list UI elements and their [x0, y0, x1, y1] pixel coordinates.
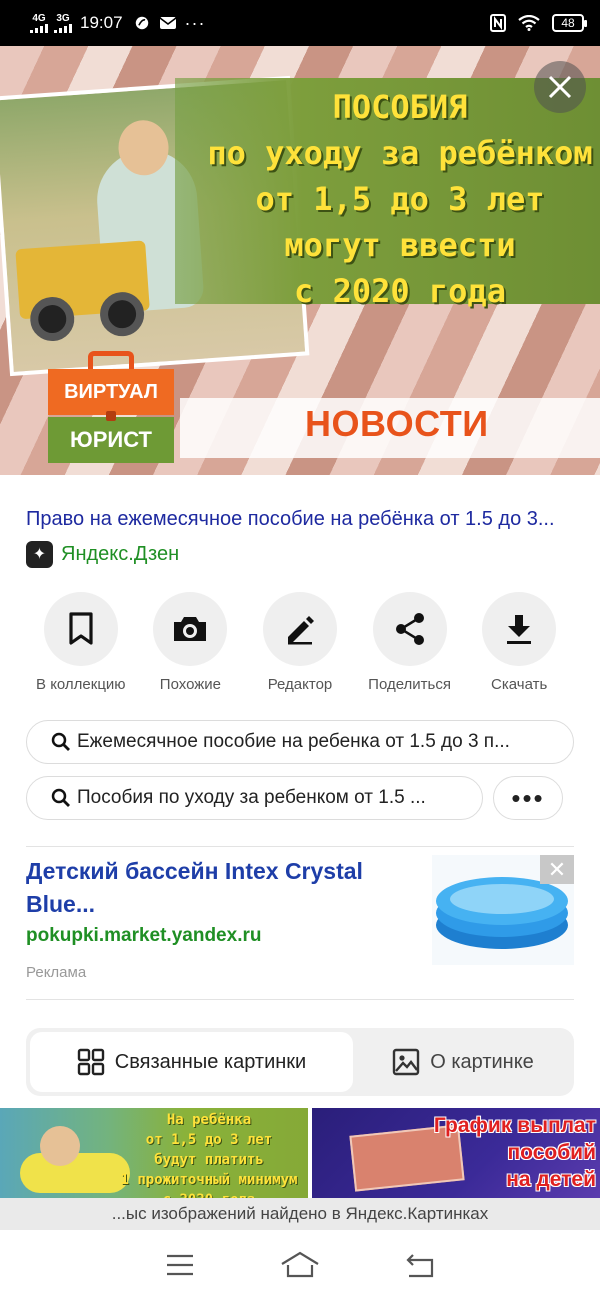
status-bar: 4G 3G 19:07 ··· 48	[0, 0, 600, 46]
editor-button[interactable]: Редактор	[245, 592, 355, 693]
grid-icon	[77, 1048, 104, 1076]
close-icon	[548, 75, 572, 99]
action-bar: В коллекцию Похожие Редактор Поделиться …	[26, 592, 574, 693]
ad-title-link[interactable]: Детский бассейн Intex Crystal Blue...	[26, 855, 406, 921]
home-button[interactable]	[280, 1247, 320, 1283]
tab-about-image[interactable]: О картинке	[356, 1032, 570, 1092]
signal-3g-icon: 3G	[54, 12, 72, 33]
virtual-lawyer-logo: ВИРТУАЛ ЮРИСТ	[48, 351, 174, 463]
source-title-link[interactable]: Право на ежемесячное пособие на ребёнка …	[26, 508, 586, 531]
back-icon	[406, 1253, 434, 1277]
recents-button[interactable]	[160, 1247, 200, 1283]
nfc-icon	[490, 14, 506, 32]
search-icon	[51, 732, 70, 751]
image-icon	[393, 1048, 420, 1076]
ad-url[interactable]: pokupki.market.yandex.ru	[26, 925, 261, 947]
close-button[interactable]	[534, 61, 586, 113]
clock: 19:07	[80, 13, 123, 32]
mail-icon	[159, 17, 177, 29]
share-icon	[395, 613, 424, 645]
camera-icon	[174, 617, 207, 641]
main-image[interactable]: ПОСОБИЯ по уходу за ребёнком от 1,5 до 3…	[0, 46, 600, 475]
search-icon	[51, 788, 70, 807]
more-searches-button[interactable]: •••	[493, 776, 563, 820]
image-tabs: Связанные картинки О картинке	[26, 1028, 574, 1096]
more-notifications-icon: ···	[184, 12, 206, 33]
network-type-1: 4G	[32, 12, 46, 24]
related-image-2[interactable]: График выплат пособий на детей	[312, 1108, 600, 1198]
share-button[interactable]: Поделиться	[355, 592, 465, 693]
ad-label: Реклама	[26, 964, 87, 981]
bookmark-icon	[69, 612, 93, 645]
system-nav-bar	[0, 1230, 600, 1299]
related-image-1[interactable]: На ребёнка от 1,5 до 3 лет будут платить…	[0, 1108, 308, 1198]
related-search-chip-1[interactable]: Ежемесячное пособие на ребенка от 1.5 до…	[26, 720, 574, 764]
zen-icon: ✦	[26, 540, 53, 568]
source-site-name: Яндекс.Дзен	[61, 542, 180, 565]
download-button[interactable]: Скачать	[464, 592, 574, 693]
network-type-2: 3G	[56, 12, 70, 24]
menu-icon	[167, 1254, 193, 1275]
similar-button[interactable]: Похожие	[136, 592, 246, 693]
tab-related-images[interactable]: Связанные картинки	[30, 1032, 353, 1092]
results-count-banner: ...ыс изображений найдено в Яндекс.Карти…	[0, 1198, 600, 1230]
pencil-icon	[287, 616, 314, 645]
home-icon	[281, 1251, 319, 1277]
related-search-chip-2[interactable]: Пособия по уходу за ребенком от 1.5 ...	[26, 776, 483, 820]
news-label: НОВОСТИ	[305, 403, 489, 444]
leaf-notification-icon	[135, 16, 148, 30]
image-headline: ПОСОБИЯ по уходу за ребёнком от 1,5 до 3…	[207, 88, 593, 310]
back-button[interactable]	[400, 1247, 440, 1283]
source-site[interactable]: ✦ Яндекс.Дзен	[26, 540, 179, 568]
signal-4g-icon: 4G	[30, 12, 48, 33]
battery-icon: 48	[552, 14, 587, 32]
wifi-icon	[518, 15, 540, 31]
ad-close-button[interactable]: ✕	[540, 855, 574, 884]
add-to-collection-button[interactable]: В коллекцию	[26, 592, 136, 693]
download-icon	[507, 615, 532, 644]
